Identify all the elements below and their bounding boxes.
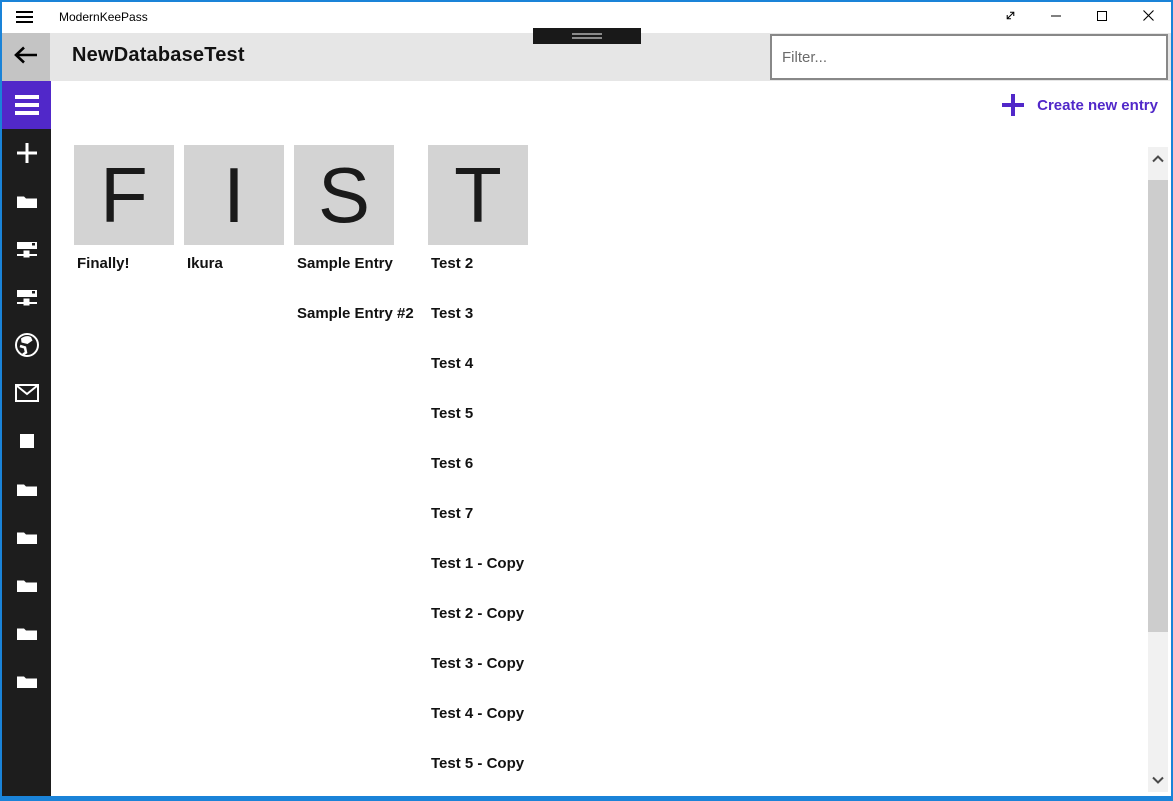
entry-item[interactable]: Test 7 <box>428 505 948 555</box>
group-tile[interactable]: S <box>294 145 394 245</box>
mail-icon <box>14 382 40 404</box>
filter-field <box>770 34 1168 80</box>
hamburger-icon[interactable] <box>16 10 33 24</box>
entry-list: Ikura <box>184 245 284 305</box>
entry-item[interactable]: Finally! <box>74 255 174 305</box>
sidebar <box>2 81 51 798</box>
sliders-icon <box>15 237 39 261</box>
entry-item[interactable]: Test 6 <box>428 455 948 505</box>
maximize-button[interactable] <box>1079 2 1125 33</box>
entry-list: Test 2Test 3Test 4Test 5Test 6Test 7Test… <box>428 245 948 801</box>
fullscreen-button[interactable] <box>987 2 1033 33</box>
entry-item[interactable]: Test 4 <box>428 355 948 405</box>
sidebar-item[interactable] <box>2 561 51 609</box>
group-tile[interactable]: F <box>74 145 174 245</box>
sidebar-items <box>2 129 51 705</box>
plus-icon <box>15 141 39 165</box>
sidebar-item[interactable] <box>2 321 51 369</box>
sidebar-item[interactable] <box>2 129 51 177</box>
entry-group: I Ikura <box>184 145 284 305</box>
app-title: ModernKeePass <box>59 10 148 24</box>
entry-item[interactable]: Sample Entry <box>294 255 418 305</box>
sidebar-item[interactable] <box>2 609 51 657</box>
hamburger-icon[interactable] <box>2 81 51 129</box>
minimize-button[interactable] <box>1033 2 1079 33</box>
sliders-icon <box>15 285 39 309</box>
chevron-up-icon <box>1152 150 1164 168</box>
sidebar-item[interactable] <box>2 225 51 273</box>
entry-item[interactable]: Test 2 - Copy <box>428 605 948 655</box>
plus-icon <box>1002 94 1024 116</box>
folder-icon <box>15 621 39 645</box>
entry-group: F Finally! <box>74 145 174 305</box>
sidebar-item[interactable] <box>2 369 51 417</box>
scrollbar-thumb[interactable] <box>1148 180 1168 632</box>
group-letter: S <box>318 145 370 245</box>
folder-icon <box>15 669 39 693</box>
create-new-entry-label: Create new entry <box>1037 97 1158 114</box>
entry-list: Finally! <box>74 245 174 305</box>
filter-input[interactable] <box>772 36 1166 78</box>
maximize-icon <box>1096 9 1108 27</box>
folder-icon <box>15 477 39 501</box>
entry-item[interactable]: Test 5 - Copy <box>428 755 948 801</box>
sidebar-item[interactable] <box>2 513 51 561</box>
entry-groups: FFinally!IIkuraSSample EntrySample Entry… <box>74 145 958 801</box>
minimize-icon <box>1050 9 1062 27</box>
entry-item[interactable]: Ikura <box>184 255 284 305</box>
sidebar-item[interactable] <box>2 177 51 225</box>
back-arrow-icon <box>13 44 39 71</box>
square-icon <box>15 429 39 453</box>
folder-icon <box>15 189 39 213</box>
entry-item[interactable]: Test 1 - Copy <box>428 555 948 605</box>
entry-item[interactable]: Test 3 <box>428 305 948 355</box>
entry-item[interactable]: Sample Entry #2 <box>294 305 418 355</box>
group-letter: T <box>454 145 502 245</box>
entry-group: SSample EntrySample Entry #2 <box>294 145 418 355</box>
group-tile[interactable]: I <box>184 145 284 245</box>
group-tile[interactable]: T <box>428 145 528 245</box>
chevron-down-icon <box>1152 771 1164 789</box>
scroll-down-button[interactable] <box>1148 772 1168 788</box>
entry-item[interactable]: Test 5 <box>428 405 948 455</box>
diagonal-resize-icon <box>1003 8 1018 28</box>
globe-icon <box>14 332 40 358</box>
entry-item[interactable]: Test 3 - Copy <box>428 655 948 705</box>
sidebar-item[interactable] <box>2 465 51 513</box>
window-controls <box>987 2 1171 33</box>
group-letter: I <box>223 145 245 245</box>
close-icon <box>1142 9 1155 27</box>
entry-item[interactable]: Test 4 - Copy <box>428 705 948 755</box>
entry-list: Sample EntrySample Entry #2 <box>294 245 418 355</box>
page-title: NewDatabaseTest <box>72 44 245 67</box>
folder-icon <box>15 525 39 549</box>
back-button[interactable] <box>2 33 50 81</box>
sidebar-item[interactable] <box>2 417 51 465</box>
scroll-up-button[interactable] <box>1148 151 1168 167</box>
app-window: ModernKeePass <box>0 0 1173 801</box>
create-new-entry-button[interactable]: Create new entry <box>1002 94 1158 116</box>
group-letter: F <box>100 145 148 245</box>
sidebar-item[interactable] <box>2 657 51 705</box>
folder-icon <box>15 573 39 597</box>
drag-handle[interactable] <box>533 28 641 44</box>
entry-item[interactable]: Test 2 <box>428 255 948 305</box>
main-content: Create new entry FFinally!IIkuraSSample … <box>51 81 1171 798</box>
sidebar-item[interactable] <box>2 273 51 321</box>
close-button[interactable] <box>1125 2 1171 33</box>
vertical-scrollbar[interactable] <box>1148 147 1168 792</box>
entry-group: TTest 2Test 3Test 4Test 5Test 6Test 7Tes… <box>428 145 948 801</box>
